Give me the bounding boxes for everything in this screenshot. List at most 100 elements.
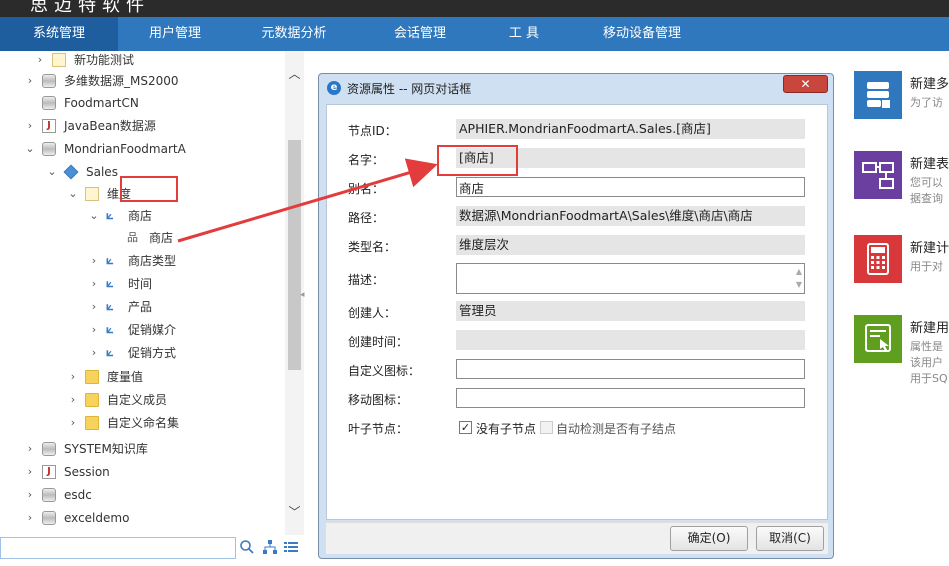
chevron-right-icon[interactable]: › (24, 461, 36, 483)
no-children-label: 没有子节点 (476, 422, 537, 436)
tree-node[interactable]: › J Session (0, 461, 285, 483)
database-icon (42, 96, 56, 110)
chevron-right-icon[interactable]: › (24, 70, 36, 92)
dimension-icon: ⟀ (106, 253, 114, 268)
description-textarea[interactable]: ▲ ▼ (456, 263, 805, 294)
dimension-icon: ⟀ (106, 299, 114, 314)
search-icon[interactable] (238, 539, 256, 557)
user-property-icon[interactable] (854, 315, 902, 363)
description-label: 描述： (348, 273, 385, 287)
level-icon: 品 (127, 231, 138, 244)
folder-doc-icon (85, 187, 99, 201)
tree-node-label: JavaBean数据源 (64, 119, 156, 133)
chevron-right-icon[interactable]: › (88, 342, 100, 364)
tree-search-input[interactable] (0, 537, 236, 559)
folder-icon (85, 370, 99, 384)
tree-node-label: esdc (64, 488, 92, 502)
menu-tools[interactable]: 工 具 (484, 17, 564, 51)
hierarchy-icon[interactable] (261, 539, 279, 557)
close-icon[interactable]: ✕ (783, 75, 828, 93)
chevron-right-icon[interactable]: › (67, 412, 79, 434)
card-title[interactable]: 新建表 (910, 153, 949, 172)
multidim-datasource-icon[interactable] (854, 71, 902, 119)
tree-node[interactable]: › 自定义成员 (0, 389, 285, 411)
tree-node[interactable]: › SYSTEM知识库 (0, 438, 285, 460)
chevron-right-icon[interactable]: › (88, 273, 100, 295)
tree-node[interactable]: › ⟀ 促销媒介 (0, 319, 285, 341)
chevron-down-icon[interactable]: ⌄ (24, 138, 36, 160)
chevron-right-icon[interactable]: › (24, 438, 36, 460)
menu-metadata-analysis[interactable]: 元数据分析 (232, 17, 356, 51)
chevron-right-icon[interactable]: › (24, 484, 36, 506)
tree-node[interactable]: › J JavaBean数据源 (0, 115, 285, 137)
chevron-right-icon[interactable]: › (67, 389, 79, 411)
chevron-right-icon[interactable]: › (24, 507, 36, 529)
tree-node-label: 产品 (128, 300, 153, 314)
path-field: 数据源\MondrianFoodmartA\Sales\维度\商店\商店 (456, 206, 805, 226)
no-children-checkbox[interactable]: ✓ (459, 421, 472, 434)
textarea-scroll-icon[interactable]: ▲ ▼ (796, 265, 802, 291)
tree-node[interactable]: › ⟀ 商店类型 (0, 250, 285, 272)
folder-icon (85, 416, 99, 430)
tree-node[interactable]: ⌄ MondrianFoodmartA (0, 138, 285, 160)
card-title[interactable]: 新建用 (910, 317, 949, 336)
custom-icon-input[interactable] (456, 359, 805, 379)
type-label: 类型名： (348, 240, 397, 254)
alias-input[interactable] (456, 177, 805, 197)
tree-node[interactable]: › ⟀ 时间 (0, 273, 285, 295)
cube-icon (63, 164, 79, 180)
menu-mobile-device-management[interactable]: 移动设备管理 (564, 17, 720, 51)
chevron-right-icon[interactable]: › (67, 366, 79, 388)
tree-node[interactable]: › ⟀ 产品 (0, 296, 285, 318)
tree-node-label: 商店 (128, 209, 153, 223)
tree-node-label: 时间 (128, 277, 153, 291)
scrollbar-thumb[interactable] (288, 140, 301, 370)
card-desc: 用于SQ (910, 372, 948, 385)
tree-node[interactable]: › exceldemo (0, 507, 285, 529)
scroll-up-icon[interactable]: ︿ (285, 65, 304, 83)
tree-node-label: 新功能测试 (74, 53, 135, 67)
tree-node-label: FoodmartCN (64, 96, 139, 110)
tree-node[interactable]: FoodmartCN (0, 92, 285, 114)
chevron-down-icon[interactable]: ⌄ (67, 183, 79, 205)
type-field: 维度层次 (456, 235, 805, 255)
ok-button[interactable]: 确定(O) (670, 526, 748, 551)
menu-user-management[interactable]: 用户管理 (118, 17, 232, 51)
tree-node[interactable]: › 自定义命名集 (0, 412, 285, 434)
chevron-right-icon[interactable]: › (88, 319, 100, 341)
card-desc: 属性是 (910, 340, 943, 353)
menu-session-management[interactable]: 会话管理 (356, 17, 484, 51)
chevron-right-icon[interactable]: › (88, 250, 100, 272)
panel-splitter[interactable]: ◂ (300, 290, 306, 320)
tree-node[interactable]: › 度量值 (0, 366, 285, 388)
mobile-icon-input[interactable] (456, 388, 805, 408)
chevron-right-icon[interactable]: › (24, 115, 36, 137)
chevron-right-icon[interactable]: › (34, 51, 46, 71)
created-time-label: 创建时间： (348, 335, 409, 349)
tree-node[interactable]: 品商店 (0, 227, 285, 249)
tree-node[interactable]: › esdc (0, 484, 285, 506)
calculator-icon[interactable] (854, 235, 902, 283)
tree-node[interactable]: › 多维数据源_MS2000 (0, 70, 285, 92)
card-title[interactable]: 新建计 (910, 237, 949, 256)
card-title[interactable]: 新建多 (910, 73, 949, 92)
tree-node-label: 促销方式 (128, 346, 177, 360)
database-icon (42, 442, 56, 456)
dimension-icon: ⟀ (106, 276, 114, 291)
menu-system-management[interactable]: 系统管理 (0, 17, 118, 51)
scroll-down-icon[interactable]: ﹀ (285, 503, 304, 521)
tree-node[interactable]: › 新功能测试 (0, 51, 285, 71)
card-desc: 该用户 (910, 356, 943, 369)
table-relation-icon[interactable] (854, 151, 902, 199)
list-view-icon[interactable] (282, 539, 300, 557)
resource-tree: › 新功能测试 › 多维数据源_MS2000 FoodmartCN › J JavaBean数… (0, 51, 304, 535)
auto-detect-label: 自动检测是否有子结点 (556, 422, 677, 436)
chevron-down-icon[interactable]: ⌄ (46, 161, 58, 183)
tree-node[interactable]: › ⟀ 促销方式 (0, 342, 285, 364)
dimension-icon: ⟀ (106, 322, 114, 337)
created-time-field (456, 330, 805, 350)
cancel-button[interactable]: 取消(C) (756, 526, 824, 551)
tree-node[interactable]: ⌄ ⟀ 商店 (0, 205, 285, 227)
chevron-right-icon[interactable]: › (88, 296, 100, 318)
chevron-down-icon[interactable]: ⌄ (88, 205, 100, 227)
